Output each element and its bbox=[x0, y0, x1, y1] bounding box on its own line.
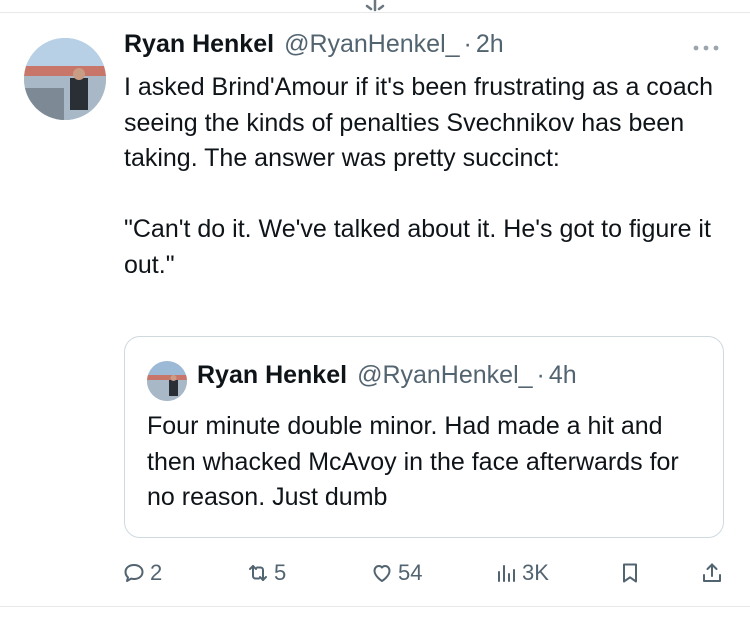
quoted-tweet-time: 4h bbox=[548, 361, 577, 389]
share-button[interactable] bbox=[700, 556, 724, 590]
views-count: 3K bbox=[522, 560, 549, 585]
author-handle[interactable]: @RyanHenkel_ bbox=[284, 30, 459, 59]
quoted-author-name: Ryan Henkel bbox=[197, 361, 348, 389]
bottom-divider bbox=[0, 606, 750, 607]
quoted-author-handle: @RyanHenkel_ bbox=[357, 361, 533, 389]
bookmark-button[interactable] bbox=[618, 556, 642, 590]
repost-count: 5 bbox=[274, 560, 287, 585]
reply-icon bbox=[124, 564, 144, 582]
author-avatar[interactable] bbox=[24, 38, 106, 120]
loading-spinner-icon bbox=[365, 0, 385, 12]
bookmark-icon bbox=[623, 563, 637, 583]
views-icon bbox=[498, 565, 515, 582]
tweet-time[interactable]: 2h bbox=[476, 30, 504, 59]
reply-count: 2 bbox=[150, 560, 163, 585]
heart-icon bbox=[373, 565, 391, 582]
quoted-tweet[interactable]: Ryan Henkel @RyanHenkel_ · 4h Four minut… bbox=[124, 336, 724, 538]
tweet-actions-bar: 2 5 54 3K bbox=[118, 556, 730, 590]
quoted-author-avatar bbox=[147, 361, 187, 401]
like-count: 54 bbox=[398, 560, 423, 585]
reply-button[interactable]: 2 bbox=[122, 556, 162, 590]
author-name[interactable]: Ryan Henkel bbox=[124, 30, 274, 59]
separator-dot: · bbox=[463, 30, 472, 58]
tweet-body: Ryan Henkel @RyanHenkel_ · 2h I asked Br… bbox=[124, 30, 724, 283]
quoted-tweet-text: Four minute double minor. Had made a hit… bbox=[147, 412, 679, 511]
tweet-text: I asked Brind'Amour if it's been frustra… bbox=[124, 73, 714, 279]
more-icon[interactable] bbox=[690, 38, 722, 58]
tweet-header: Ryan Henkel @RyanHenkel_ · 2h bbox=[124, 30, 724, 70]
like-button[interactable]: 54 bbox=[370, 556, 422, 590]
repost-button[interactable]: 5 bbox=[246, 556, 286, 590]
repost-icon bbox=[249, 565, 267, 581]
views-button[interactable]: 3K bbox=[494, 556, 549, 590]
share-icon bbox=[703, 563, 721, 582]
quoted-separator-dot: · bbox=[536, 361, 545, 389]
quoted-tweet-header: Ryan Henkel @RyanHenkel_ · 4h bbox=[197, 361, 577, 390]
